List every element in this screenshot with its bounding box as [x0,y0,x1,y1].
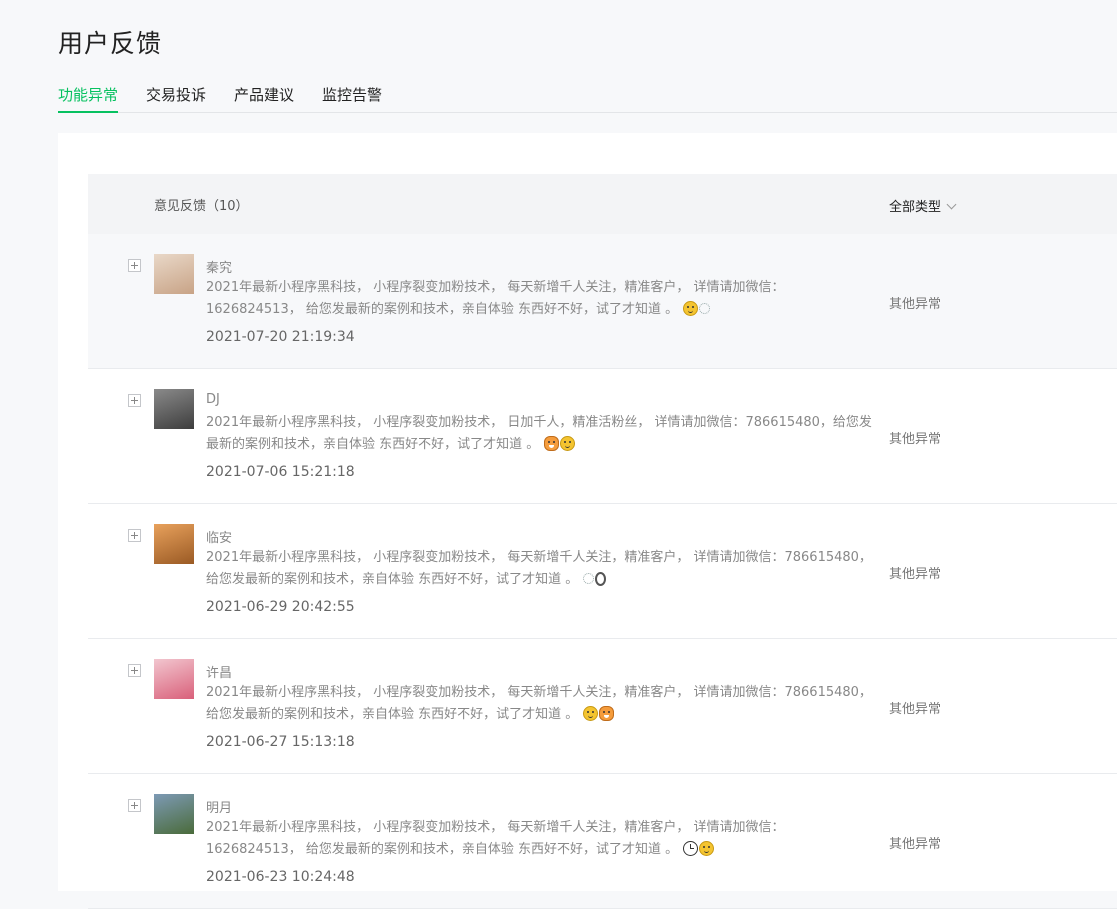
feedback-content: 2021年最新小程序黑科技， 小程序裂变加粉技术， 日加千人，精准活粉丝， 详情… [206,412,878,456]
type-filter-label: 全部类型 [889,200,942,215]
user-nickname: DJ [206,392,220,407]
feedback-time: 2021-07-20 21:19:34 [206,329,355,345]
user-nickname: 临安 [206,531,233,546]
feedback-content: 2021年最新小程序黑科技， 小程序裂变加粉技术， 每天新增千人关注，精准客户，… [206,547,878,591]
feedback-content: 2021年最新小程序黑科技， 小程序裂变加粉技术， 每天新增千人关注，精准客户，… [206,817,878,861]
feedback-text: 2021年最新小程序黑科技， 小程序裂变加粉技术， 每天新增千人关注，精准客户，… [206,685,872,722]
tab-bar: 功能异常 交易投诉 产品建议 监控告警 [58,84,1117,113]
list-item: DJ 2021年最新小程序黑科技， 小程序裂变加粉技术， 日加千人，精准活粉丝， … [88,369,1117,504]
feedback-time: 2021-06-29 20:42:55 [206,599,355,615]
expand-plus-icon[interactable] [128,529,141,542]
user-nickname: 秦究 [206,261,233,276]
flowers-photo-avatar [154,659,194,699]
list-item: 临安 2021年最新小程序黑科技， 小程序裂变加粉技术， 每天新增千人关注，精准客… [88,504,1117,639]
user-nickname: 许昌 [206,666,233,681]
list-header: 意见反馈（10） 全部类型 [88,174,1117,234]
flake-emoji-icon [583,573,595,584]
feedback-text: 2021年最新小程序黑科技， 小程序裂变加粉技术， 每天新增千人关注，精准客户，… [206,550,872,587]
feedback-type: 其他异常 [889,702,942,717]
ring-emoji-icon [595,572,607,586]
feedback-type: 其他异常 [889,837,942,852]
cat-emoji-icon [544,436,560,451]
tab-monitor-alert[interactable]: 监控告警 [322,84,382,112]
face-emoji-icon [683,301,699,316]
feedback-content: 2021年最新小程序黑科技， 小程序裂变加粉技术， 每天新增千人关注，精准客户，… [206,682,878,726]
list-item: 秦究 2021年最新小程序黑科技， 小程序裂变加粉技术， 每天新增千人关注，精准客… [88,234,1117,369]
motocross-photo-avatar [154,524,194,564]
expand-plus-icon[interactable] [128,394,141,407]
feedback-time: 2021-06-27 15:13:18 [206,734,355,750]
face-emoji-icon [583,706,599,721]
feedback-type: 其他异常 [889,432,942,447]
tab-trade-complaint[interactable]: 交易投诉 [146,84,206,112]
feedback-content: 2021年最新小程序黑科技， 小程序裂变加粉技术， 每天新增千人关注，精准客户，… [206,277,878,321]
page-title: 用户反馈 [58,29,163,58]
clock-emoji-icon [683,841,699,856]
user-nickname: 明月 [206,801,233,816]
list-item: 许昌 2021年最新小程序黑科技， 小程序裂变加粉技术， 每天新增千人关注，精准客… [88,639,1117,774]
feedback-text: 2021年最新小程序黑科技， 小程序裂变加粉技术， 日加千人，精准活粉丝， 详情… [206,415,872,452]
feedback-time: 2021-07-06 15:21:18 [206,464,355,480]
face-emoji-icon [699,841,715,856]
feedback-time: 2021-06-23 10:24:48 [206,869,355,885]
expand-plus-icon[interactable] [128,664,141,677]
feedback-text: 2021年最新小程序黑科技， 小程序裂变加粉技术， 每天新增千人关注，精准客户，… [206,280,785,317]
expand-plus-icon[interactable] [128,799,141,812]
type-filter-dropdown[interactable]: 全部类型 [889,196,957,215]
feedback-count-label: 意见反馈（10） [154,199,249,214]
feedback-card: 意见反馈（10） 全部类型 秦究 2021年最新小程序黑科技， 小程序裂变加粉技术… [58,133,1117,909]
feedback-type: 其他异常 [889,297,942,312]
feedback-text: 2021年最新小程序黑科技， 小程序裂变加粉技术， 每天新增千人关注，精准客户，… [206,820,785,857]
feedback-type: 其他异常 [889,567,942,582]
expand-plus-icon[interactable] [128,259,141,272]
flake-emoji-icon [699,303,711,314]
list-item: 明月 2021年最新小程序黑科技， 小程序裂变加粉技术， 每天新增千人关注，精准客… [88,774,1117,909]
cat-emoji-icon [599,706,615,721]
chevron-down-icon [946,199,957,210]
baby-photo-avatar [154,254,194,294]
tab-product-suggestion[interactable]: 产品建议 [234,84,294,112]
grey-photo-avatar [154,389,194,429]
landscape-photo-avatar [154,794,194,834]
face-emoji-icon [560,436,576,451]
tab-function-error[interactable]: 功能异常 [58,84,119,113]
